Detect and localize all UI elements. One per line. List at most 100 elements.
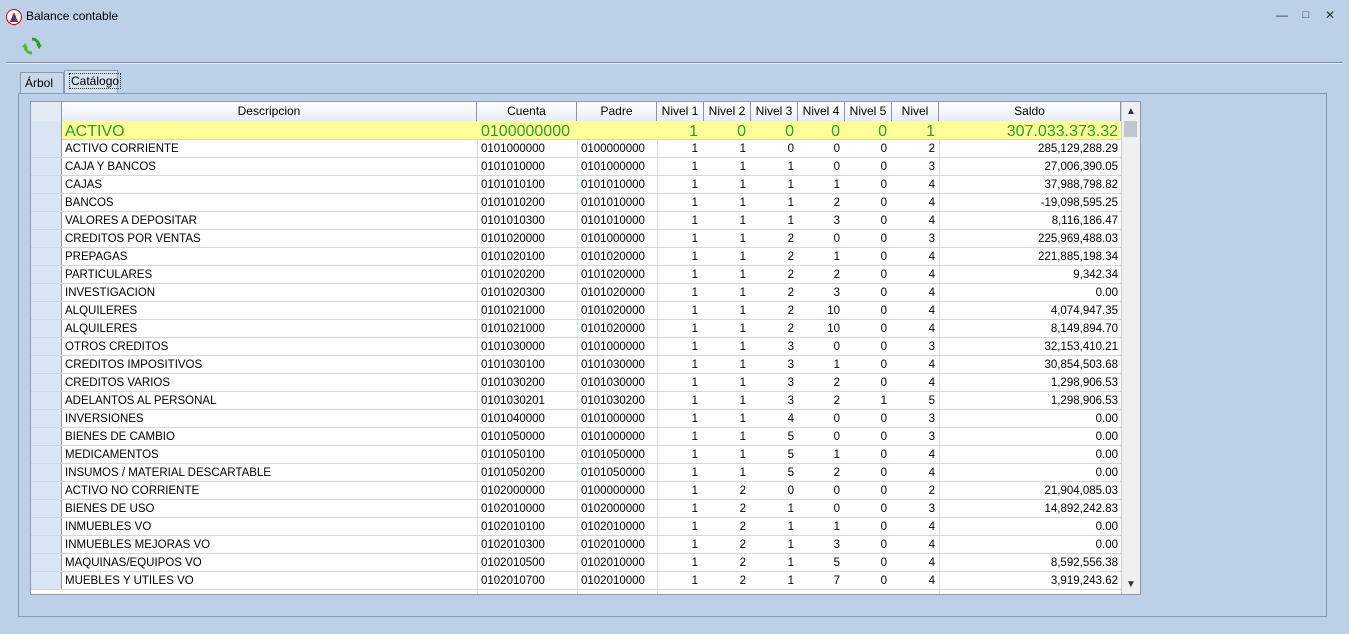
- cell-n5: 0: [880, 521, 887, 533]
- col-nivel[interactable]: Nivel: [892, 102, 939, 121]
- refresh-button[interactable]: [22, 36, 42, 56]
- cell-padre: 0101000000: [581, 413, 645, 425]
- table-row[interactable]: CAJA Y BANCOS 0101010000 0101000000 1 1 1 0 0 3 2…: [31, 158, 1121, 176]
- cell-desc: ALQUILERES: [65, 323, 138, 335]
- table-row[interactable]: INMUEBLES VO 0102010100 0102010000 1 2 1 1 0 4 0.…: [31, 518, 1121, 536]
- cell-n2: 1: [739, 215, 746, 227]
- col-padre[interactable]: Padre: [577, 102, 657, 121]
- cell-saldo: 0.00: [1095, 467, 1118, 479]
- col-descripcion[interactable]: Descripcion: [62, 102, 477, 121]
- col-cuenta[interactable]: Cuenta: [477, 102, 577, 121]
- table-row[interactable]: BIENES DE USO 0102010000 0102000000 1 2 1 0 0 3 1…: [31, 500, 1121, 518]
- row-selector[interactable]: [31, 428, 62, 445]
- cell-padre: 0101020000: [581, 269, 645, 281]
- table-row[interactable]: PARTICULARES 0101020200 0101020000 1 1 2 2 0 4 9,…: [31, 266, 1121, 284]
- table-row[interactable]: ALQUILERES 0101021000 0101020000 1 1 2 10 0 4 4,0…: [31, 302, 1121, 320]
- table-row[interactable]: ALQUILERES 0101021000 0101020000 1 1 2 10 0 4 8,1…: [31, 320, 1121, 338]
- cell-n5: 0: [880, 251, 887, 263]
- table-row[interactable]: INVERSIONES 0101040000 0101000000 1 1 4 0 0 3 0.0…: [31, 410, 1121, 428]
- row-selector[interactable]: [31, 338, 62, 355]
- table-row[interactable]: MUEBLES Y UTILES VO 0102010700 0102010000 1…: [31, 572, 1121, 590]
- tab-label: Catálogo: [69, 73, 122, 89]
- table-row[interactable]: ACTIVO CORRIENTE 0101000000 0100000000 1 1 0 0…: [31, 140, 1121, 158]
- row-selector[interactable]: [31, 176, 62, 193]
- cell-saldo: 3,919,243.62: [1050, 575, 1118, 587]
- row-selector[interactable]: [31, 410, 62, 427]
- cell-n2: 1: [739, 197, 746, 209]
- row-selector[interactable]: [31, 248, 62, 265]
- row-selector[interactable]: [31, 212, 62, 229]
- table-row[interactable]: CREDITOS VARIOS 0101030200 0101030000 1 1 3 2 0…: [31, 374, 1121, 392]
- row-selector[interactable]: [31, 266, 62, 283]
- row-selector[interactable]: [31, 446, 62, 463]
- grid-header: Descripcion Cuenta Padre Nivel 1 Nivel 2…: [31, 102, 1121, 122]
- minimize-button[interactable]: —: [1273, 6, 1291, 24]
- row-selector[interactable]: [31, 140, 62, 157]
- row-selector[interactable]: [31, 536, 62, 553]
- table-row[interactable]: BIENES DE CAMBIO 0101050000 0101000000 1 1 5 0…: [31, 428, 1121, 446]
- table-row[interactable]: ACTIVO NO CORRIENTE 0102000000 0100000000 1…: [31, 482, 1121, 500]
- table-row[interactable]: MAQUINAS/EQUIPOS VO 0102010500 0102010000 1…: [31, 554, 1121, 572]
- cell-n3: 5: [787, 449, 794, 461]
- row-selector[interactable]: [31, 482, 62, 499]
- table-row[interactable]: CAJAS 0101010100 0101010000 1 1 1 1 0 4 37,988,79…: [31, 176, 1121, 194]
- row-selector[interactable]: [31, 392, 62, 409]
- col-nivel5[interactable]: Nivel 5: [845, 102, 892, 121]
- cell-saldo: 0.00: [1095, 539, 1118, 551]
- table-row[interactable]: INSUMOS / MATERIAL DESCARTABLE 0101050200…: [31, 464, 1121, 482]
- table-row[interactable]: INMUEBLES MEJORAS VO 0102010300 0102010000…: [31, 536, 1121, 554]
- cell-n5: 0: [880, 539, 887, 551]
- row-selector[interactable]: [31, 158, 62, 175]
- cell-n4: 0: [833, 503, 840, 515]
- cell-n5: 0: [880, 431, 887, 443]
- table-row[interactable]: CREDITOS POR VENTAS 0101020000 0101000000 1…: [31, 230, 1121, 248]
- cell-n3: 5: [787, 431, 794, 443]
- row-selector[interactable]: [31, 121, 62, 140]
- row-selector[interactable]: [31, 284, 62, 301]
- cell-cuenta: 0101050200: [481, 467, 545, 479]
- tab-arbol[interactable]: Árbol: [20, 72, 64, 93]
- cell-n1: 1: [691, 161, 698, 173]
- vertical-scrollbar[interactable]: ▲ ▼: [1121, 102, 1140, 594]
- row-selector[interactable]: [31, 194, 62, 211]
- col-nivel3[interactable]: Nivel 3: [751, 102, 798, 121]
- row-selector[interactable]: [31, 302, 62, 319]
- row-selector[interactable]: [31, 374, 62, 391]
- table-row[interactable]: ACTIVO 0100000000 1 0 0 0 0 1 307.033.373.32: [31, 121, 1121, 140]
- cell-n3: 2: [787, 323, 794, 335]
- scroll-up-icon[interactable]: ▲: [1122, 103, 1140, 120]
- cell-cuenta: 0101021000: [481, 323, 545, 335]
- cell-n3: 1: [787, 557, 794, 569]
- table-row[interactable]: PREPAGAS 0101020100 0101020000 1 1 2 1 0 4 221,88…: [31, 248, 1121, 266]
- scroll-down-icon[interactable]: ▼: [1122, 576, 1140, 593]
- cell-cuenta: 0101010200: [481, 197, 545, 209]
- row-selector[interactable]: [31, 464, 62, 481]
- col-nivel2[interactable]: Nivel 2: [704, 102, 751, 121]
- col-saldo[interactable]: Saldo: [939, 102, 1121, 121]
- row-selector[interactable]: [31, 230, 62, 247]
- table-row[interactable]: VALORES A DEPOSITAR 0101010300 0101010000 1…: [31, 212, 1121, 230]
- table-row[interactable]: ADELANTOS AL PERSONAL 0101030201 010103020…: [31, 392, 1121, 410]
- table-row[interactable]: CREDITOS IMPOSITIVOS 0101030100 0101030000…: [31, 356, 1121, 374]
- cell-n4: 1: [833, 449, 840, 461]
- col-nivel1[interactable]: Nivel 1: [657, 102, 704, 121]
- cell-desc: INVERSIONES: [65, 413, 144, 425]
- table-row[interactable]: OTROS CREDITOS 0101030000 0101000000 1 1 3 0 0 3…: [31, 338, 1121, 356]
- table-row[interactable]: MEDICAMENTOS 0101050100 0101050000 1 1 5 1 0 4 0.…: [31, 446, 1121, 464]
- col-nivel4[interactable]: Nivel 4: [798, 102, 845, 121]
- row-selector[interactable]: [31, 572, 62, 589]
- tab-catalogo[interactable]: Catálogo: [64, 70, 122, 93]
- accounts-grid[interactable]: Descripcion Cuenta Padre Nivel 1 Nivel 2…: [30, 101, 1141, 595]
- cell-niv: 4: [928, 179, 935, 191]
- row-selector[interactable]: [31, 356, 62, 373]
- scroll-thumb[interactable]: [1124, 121, 1137, 137]
- table-row[interactable]: INVESTIGACION 0101020300 0101020000 1 1 2 3 0 4 0…: [31, 284, 1121, 302]
- row-selector[interactable]: [31, 554, 62, 571]
- row-selector[interactable]: [31, 320, 62, 337]
- close-button[interactable]: ✕: [1321, 6, 1339, 24]
- row-selector[interactable]: [31, 518, 62, 535]
- cell-n2: 1: [739, 467, 746, 479]
- row-selector[interactable]: [31, 500, 62, 517]
- restore-button[interactable]: □: [1297, 6, 1315, 24]
- table-row[interactable]: BANCOS 0101010200 0101010000 1 1 1 2 0 4 -19,098,…: [31, 194, 1121, 212]
